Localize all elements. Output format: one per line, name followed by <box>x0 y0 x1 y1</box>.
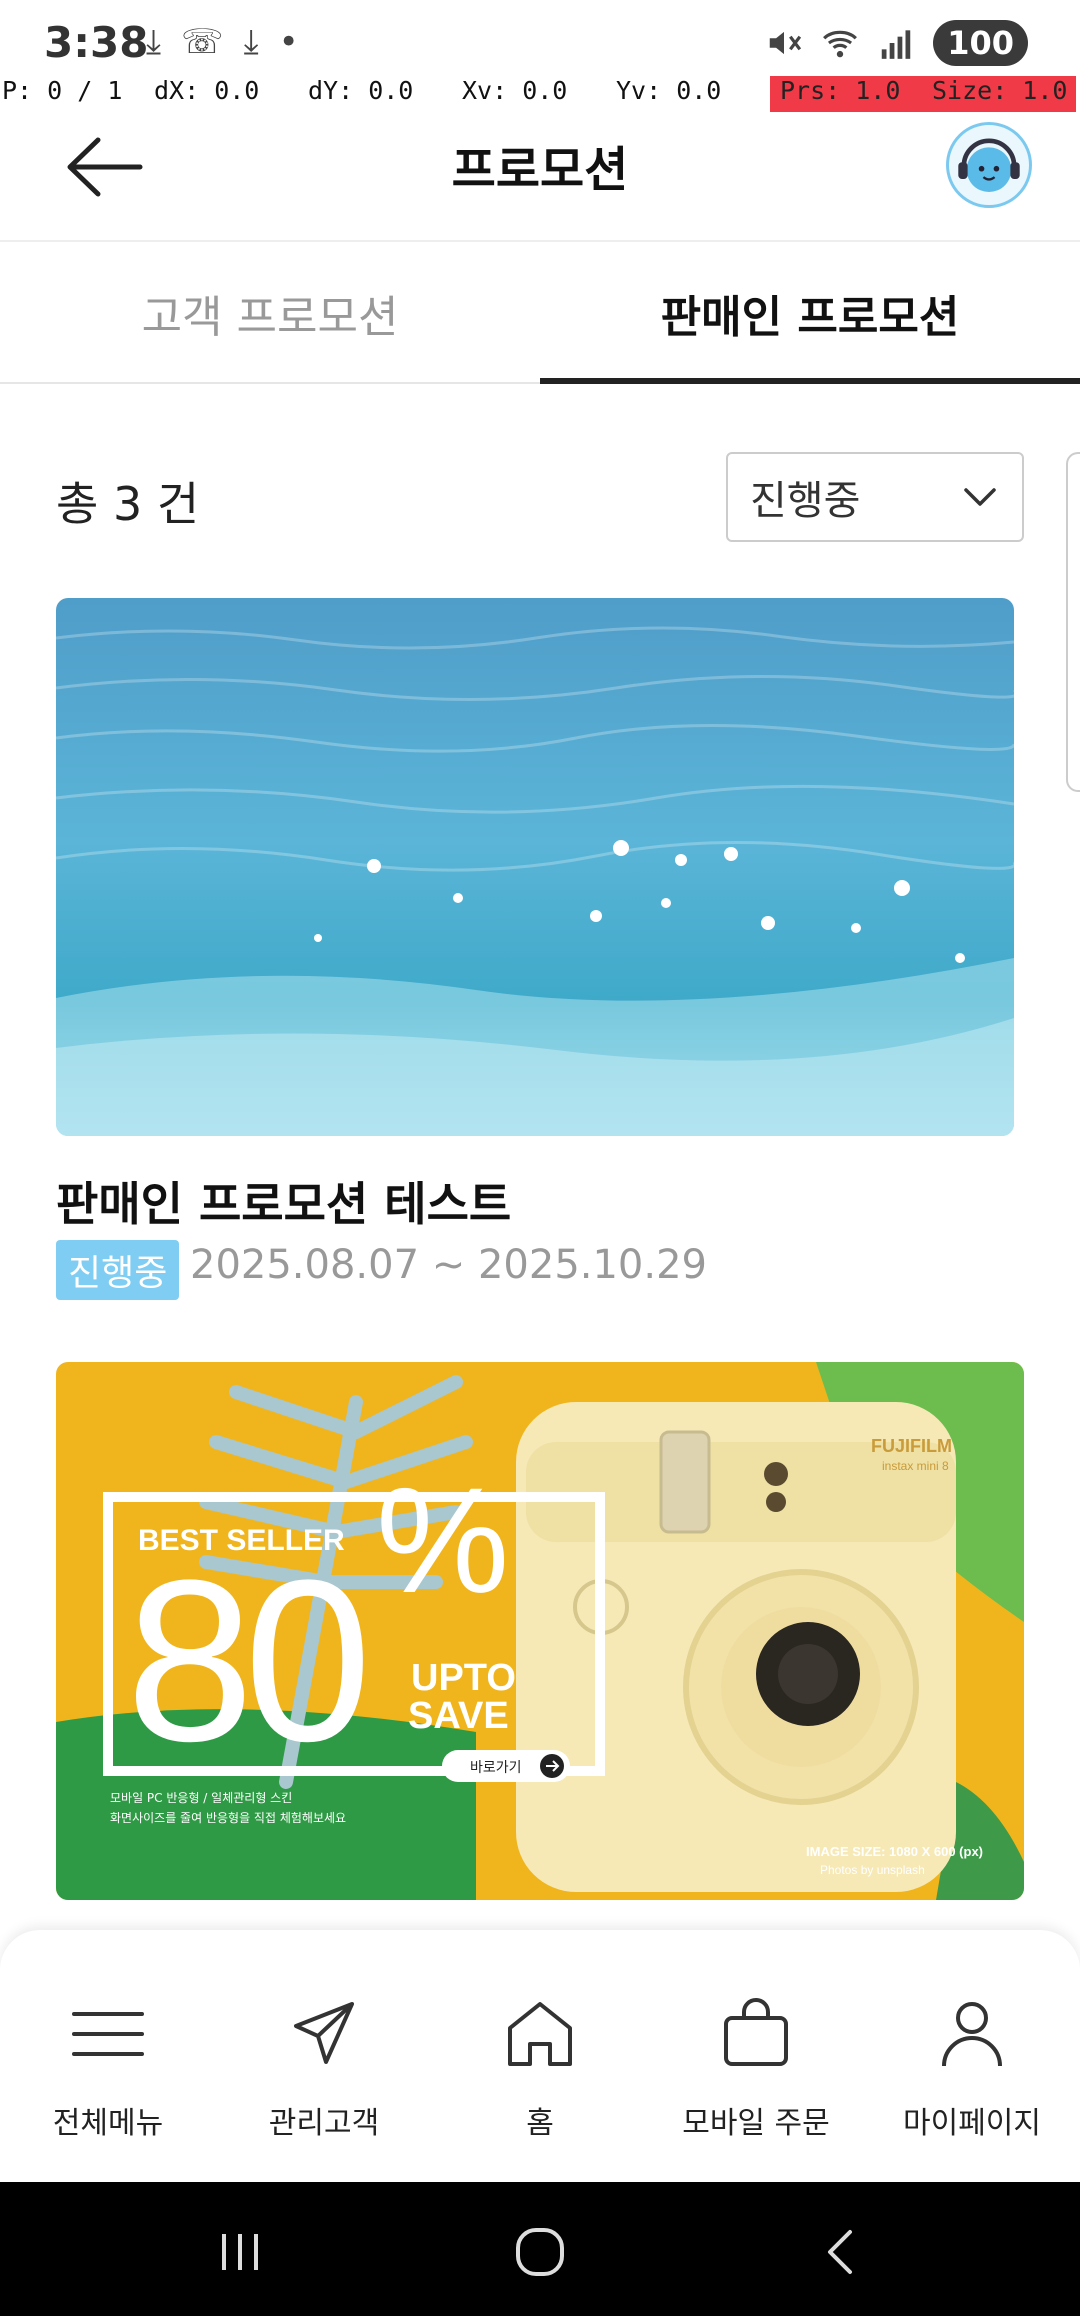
system-navigation-bar <box>0 2182 1080 2316</box>
nav-home[interactable]: 홈 <box>432 1930 648 2182</box>
side-scroll-handle[interactable] <box>1066 452 1080 792</box>
pointer-debug-bar: P: 0 / 1 dX: 0.0 dY: 0.0 Xv: 0.0 Yv: 0.0… <box>0 76 1080 112</box>
debug-pressure: Prs: 1.0 <box>770 76 922 112</box>
nav-label-all-menu: 전체메뉴 <box>52 2106 164 2141</box>
promotion-banner-image[interactable] <box>56 598 1014 1136</box>
status-filter-value: 진행중 <box>750 478 861 524</box>
nav-all-menu[interactable]: 전체메뉴 <box>0 1930 216 2182</box>
person-icon <box>942 2002 1002 2067</box>
debug-dx: dX: 0.0 <box>154 76 260 105</box>
promotion-banner-image-2[interactable]: FUJIFILM instax mini 8 BEST SELLER 80 % … <box>56 1362 1024 1900</box>
brand-text: FUJIFILM <box>871 1436 952 1456</box>
status-time: 3:38 <box>44 18 149 67</box>
bottom-navigation: 전체메뉴 관리고객 홈 모바일 주문 마이페이지 <box>0 1930 1080 2182</box>
app-header: 프로모션 <box>0 112 1080 242</box>
debug-pointer: P: 0 / 1 <box>2 76 123 105</box>
model-text: instax mini 8 <box>882 1459 949 1473</box>
headphones-character-icon <box>958 138 1020 192</box>
battery-indicator: 100 <box>933 20 1028 66</box>
debug-dy: dY: 0.0 <box>308 76 414 105</box>
notification-icons: ⤓ ☏ ⤓ • <box>146 22 299 62</box>
nav-label-my-page: 마이페이지 <box>903 2106 1041 2141</box>
avatar[interactable] <box>946 122 1032 208</box>
photo-credit-text: Photos by unsplash <box>820 1863 925 1877</box>
nav-label-managed-customers: 관리고객 <box>268 2106 380 2141</box>
total-count: 총 3 건 <box>56 477 200 531</box>
discount-number: 80 <box>126 1532 363 1789</box>
wifi-icon <box>823 30 858 58</box>
go-button-text: 바로가기 <box>470 1760 522 1776</box>
promotion-title[interactable]: 판매인 프로모션 테스트 <box>56 1168 511 1234</box>
sea-water-image <box>56 598 1014 1136</box>
nav-label-home: 홈 <box>526 2106 554 2141</box>
page-title: 프로모션 <box>451 142 629 198</box>
promotion-period: 2025.08.07 ~ 2025.10.29 <box>190 1242 707 1288</box>
upto-text: UPTO <box>411 1657 516 1699</box>
save-text: SAVE <box>408 1695 509 1737</box>
recent-apps-icon[interactable] <box>210 2222 270 2282</box>
bag-icon <box>724 1998 788 2066</box>
dot-icon: • <box>278 22 299 62</box>
debug-yv: Yv: 0.0 <box>616 76 722 105</box>
send-icon <box>294 2002 354 2064</box>
menu-icon <box>72 2012 144 2056</box>
promotion-tabs: 고객 프로모션 판매인 프로모션 <box>0 244 1080 384</box>
nav-my-page[interactable]: 마이페이지 <box>864 1930 1080 2182</box>
nav-mobile-order[interactable]: 모바일 주문 <box>648 1930 864 2182</box>
mute-icon <box>769 31 802 55</box>
status-filter-select[interactable]: 진행중 <box>726 452 1024 542</box>
debug-size: Size: 1.0 <box>922 76 1076 112</box>
home-icon <box>508 2002 572 2066</box>
download-icon: ⤓ <box>146 22 162 62</box>
camera-sale-banner: FUJIFILM instax mini 8 BEST SELLER 80 % … <box>56 1362 1024 1900</box>
signal-icon <box>881 30 911 59</box>
status-badge: 진행중 <box>56 1240 180 1300</box>
debug-xv: Xv: 0.0 <box>462 76 568 105</box>
status-bar: 3:38 ⤓ ☏ ⤓ • 100 <box>0 0 1080 80</box>
back-button-icon[interactable] <box>812 2222 872 2282</box>
chevron-down-icon <box>964 488 996 506</box>
tab-seller-promotion[interactable]: 판매인 프로모션 <box>540 244 1080 384</box>
image-size-text: IMAGE SIZE: 1080 X 600 (px) <box>806 1844 983 1859</box>
percent-symbol: % <box>376 1456 509 1624</box>
banner-desc-1: 모바일 PC 반응형 / 일체관리형 스킨 <box>110 1791 292 1805</box>
system-icons: 100 <box>765 20 1028 66</box>
banner-desc-2: 화면사이즈를 줄여 반응형을 직접 체험해보세요 <box>110 1811 346 1825</box>
tab-customer-promotion[interactable]: 고객 프로모션 <box>0 244 540 382</box>
home-button-icon[interactable] <box>510 2222 570 2282</box>
nav-label-mobile-order: 모바일 주문 <box>682 2106 830 2141</box>
nav-managed-customers[interactable]: 관리고객 <box>216 1930 432 2182</box>
missed-call-icon: ☏ <box>181 22 224 62</box>
download-icon: ⤓ <box>243 22 259 62</box>
